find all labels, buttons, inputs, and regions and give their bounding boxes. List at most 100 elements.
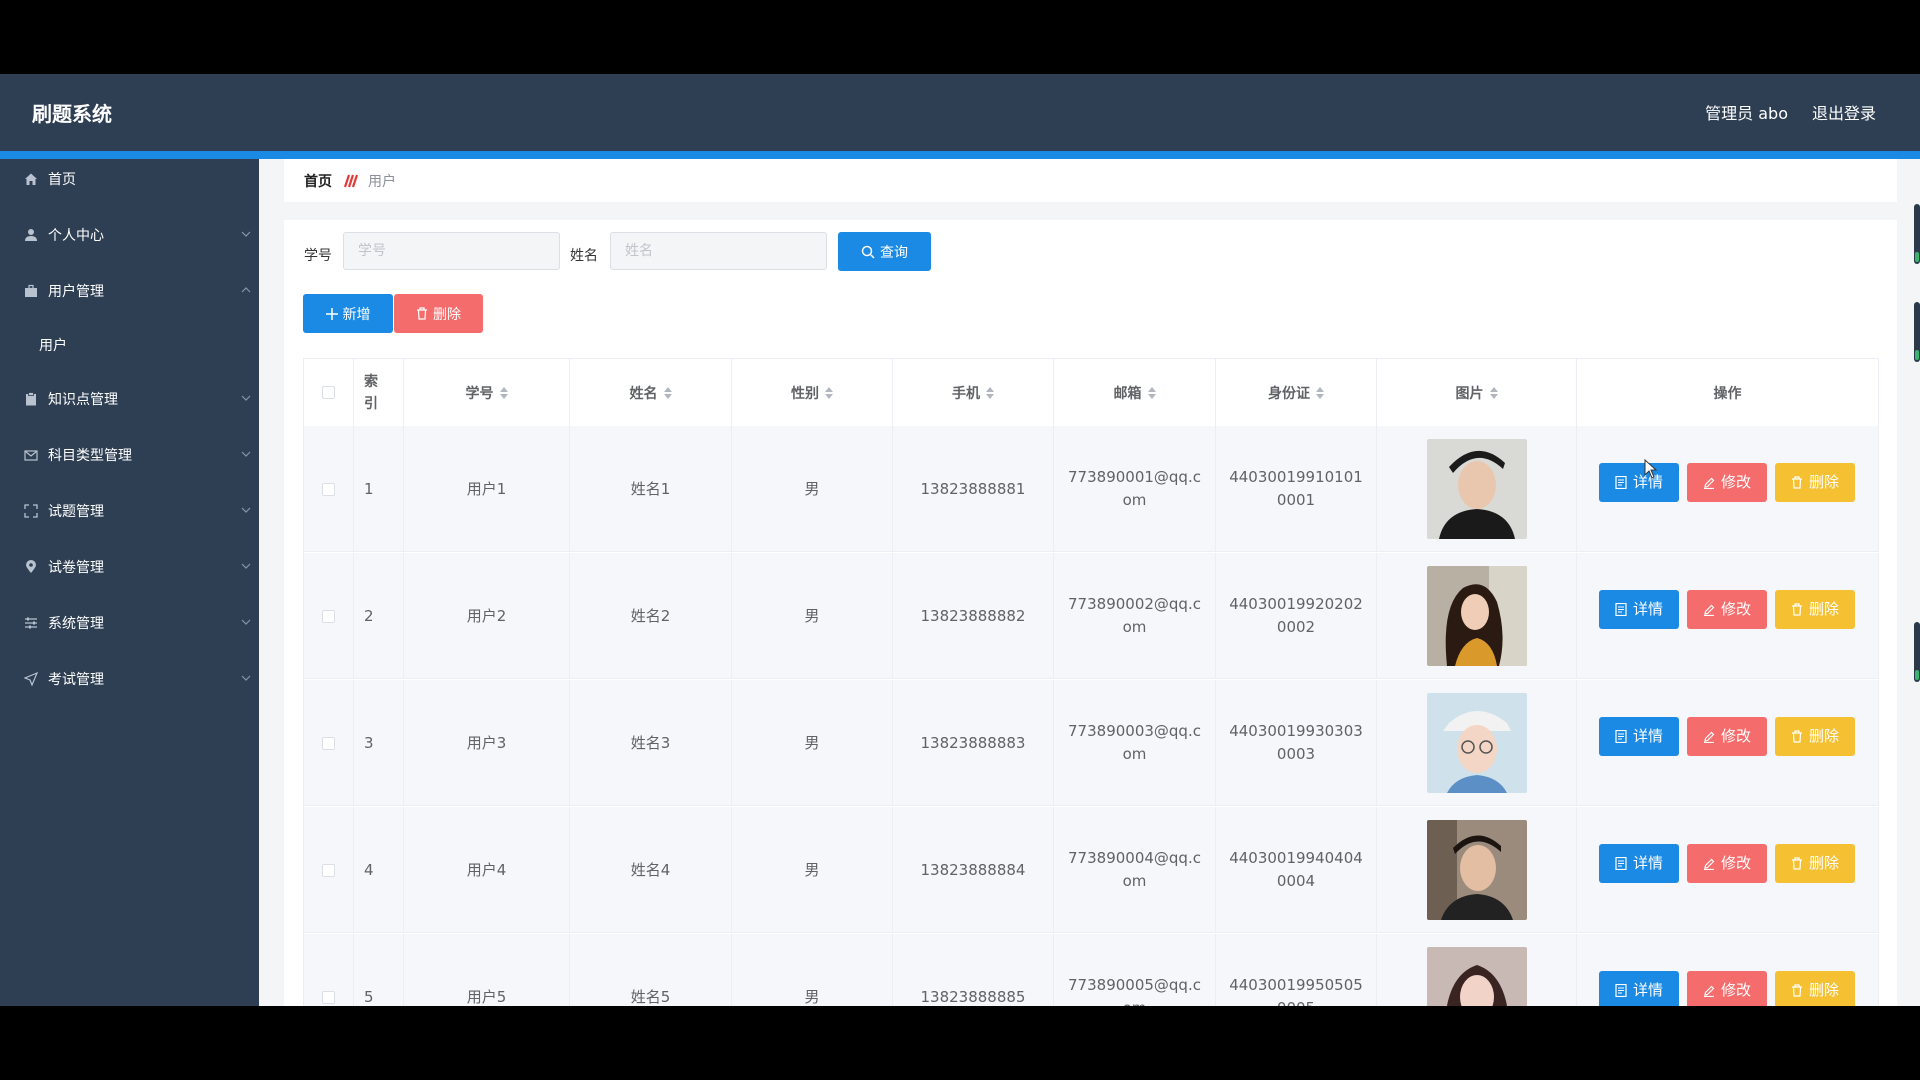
delete-button[interactable]: 删除 [1775, 590, 1855, 629]
table-row: 1 用户1 姓名1 男 13823888881 773890001@qq.com… [304, 426, 1879, 552]
chevron-down-icon [239, 447, 253, 461]
cell-id-card: 440300199404040004 [1229, 849, 1363, 890]
row-checkbox[interactable] [322, 736, 335, 750]
delete-button[interactable]: 删除 [1775, 971, 1855, 1006]
logout-link[interactable]: 退出登录 [1812, 100, 1876, 124]
sidebar-item-label: 试卷管理 [48, 560, 104, 576]
user-photo[interactable] [1426, 820, 1527, 920]
pencil-icon [1703, 985, 1715, 997]
table-header: 索引 学号 姓名 性别 手机 邮箱 身份证 图片 操作 [304, 359, 1879, 427]
sort-icon[interactable] [1147, 386, 1156, 399]
breadcrumb-current: 用户 [368, 173, 396, 190]
plus-icon [325, 307, 338, 320]
document-icon [1615, 984, 1627, 997]
header-select-all [304, 359, 354, 426]
detail-button[interactable]: 详情 [1599, 717, 1679, 756]
sidebar-item-questions[interactable]: 试题管理 [0, 491, 259, 531]
cell-email: 773890001@qq.com [1068, 468, 1201, 509]
select-all-checkbox[interactable] [322, 386, 335, 399]
sidebar-item-papers[interactable]: 试卷管理 [0, 547, 259, 587]
edit-button[interactable]: 修改 [1687, 844, 1767, 883]
cell-phone: 13823888884 [893, 807, 1054, 933]
delete-button[interactable]: 删除 [1775, 717, 1855, 756]
header-photo[interactable]: 图片 [1377, 359, 1577, 426]
cell-student-no: 用户3 [404, 680, 570, 806]
chevron-down-icon [239, 227, 253, 241]
sort-icon[interactable] [499, 386, 508, 399]
sidebar-item-system[interactable]: 系统管理 [0, 603, 259, 643]
row-checkbox[interactable] [322, 863, 335, 877]
sidebar-item-users[interactable]: 用户 [0, 325, 259, 365]
sidebar-item-knowledge[interactable]: 知识点管理 [0, 379, 259, 419]
trash-icon [1791, 603, 1802, 616]
query-button[interactable]: 查询 [838, 232, 931, 271]
sidebar-item-subject-type[interactable]: 科目类型管理 [0, 435, 259, 475]
user-photo[interactable] [1426, 693, 1527, 793]
sidebar-item-label: 首页 [48, 172, 76, 188]
detail-button[interactable]: 详情 [1599, 463, 1679, 502]
user-photo[interactable] [1426, 566, 1527, 666]
cell-index: 2 [354, 553, 404, 679]
sort-icon[interactable] [1489, 386, 1498, 399]
cell-email: 773890003@qq.com [1068, 722, 1201, 763]
user-photo[interactable] [1426, 947, 1527, 1006]
row-checkbox[interactable] [322, 990, 335, 1004]
scroll-handle[interactable] [1914, 204, 1920, 264]
edit-button[interactable]: 修改 [1687, 463, 1767, 502]
sort-icon[interactable] [986, 386, 994, 399]
header-email[interactable]: 邮箱 [1054, 359, 1216, 426]
delete-button[interactable]: 删除 [1775, 463, 1855, 502]
sidebar-item-home[interactable]: 首页 [0, 159, 259, 199]
cell-phone: 13823888881 [893, 426, 1054, 552]
sliders-icon [24, 616, 38, 630]
header-phone[interactable]: 手机 [893, 359, 1054, 426]
top-header: 刷题系统 管理员 abo 退出登录 [0, 74, 1920, 151]
chevron-down-icon [239, 615, 253, 629]
breadcrumb-home[interactable]: 首页 [304, 171, 332, 191]
sort-icon[interactable] [825, 386, 833, 399]
edit-button[interactable]: 修改 [1687, 717, 1767, 756]
admin-label: 管理员 abo [1705, 104, 1788, 123]
cell-gender: 男 [732, 680, 893, 806]
users-table: 索引 学号 姓名 性别 手机 邮箱 身份证 图片 操作 1 用户1 姓名1 男 … [303, 358, 1879, 1006]
header-name[interactable]: 姓名 [570, 359, 732, 426]
cell-gender: 男 [732, 934, 893, 1006]
sidebar-item-label: 个人中心 [48, 228, 104, 244]
detail-button[interactable]: 详情 [1599, 971, 1679, 1006]
sort-icon[interactable] [1316, 386, 1324, 399]
delete-button[interactable]: 删除 [1775, 844, 1855, 883]
scroll-handle[interactable] [1914, 302, 1920, 362]
cell-index: 5 [354, 934, 404, 1006]
header-gender[interactable]: 性别 [732, 359, 893, 426]
user-photo[interactable] [1426, 439, 1527, 539]
send-icon [24, 672, 38, 686]
sidebar-item-user-management[interactable]: 用户管理 [0, 271, 259, 311]
chevron-down-icon [239, 559, 253, 573]
student-no-input[interactable] [343, 232, 560, 270]
header-student-no[interactable]: 学号 [404, 359, 570, 426]
sort-icon[interactable] [663, 386, 672, 399]
sidebar-item-profile[interactable]: 个人中心 [0, 215, 259, 255]
cell-student-no: 用户4 [404, 807, 570, 933]
row-checkbox[interactable] [322, 482, 335, 496]
cell-student-no: 用户2 [404, 553, 570, 679]
row-checkbox[interactable] [322, 609, 335, 623]
header-id-card[interactable]: 身份证 [1216, 359, 1377, 426]
sidebar-item-label: 用户 [39, 338, 67, 354]
batch-delete-button[interactable]: 删除 [394, 294, 483, 333]
envelope-icon [24, 448, 38, 462]
edit-button[interactable]: 修改 [1687, 590, 1767, 629]
briefcase-icon [24, 284, 38, 298]
add-button[interactable]: 新增 [303, 294, 393, 333]
edit-button[interactable]: 修改 [1687, 971, 1767, 1006]
name-input[interactable] [610, 232, 827, 270]
detail-button[interactable]: 详情 [1599, 590, 1679, 629]
cell-phone: 13823888882 [893, 553, 1054, 679]
sidebar-item-label: 试题管理 [48, 504, 104, 520]
cell-index: 3 [354, 680, 404, 806]
cell-gender: 男 [732, 426, 893, 552]
scroll-handle[interactable] [1914, 622, 1920, 682]
sidebar-item-exams[interactable]: 考试管理 [0, 659, 259, 699]
detail-button[interactable]: 详情 [1599, 844, 1679, 883]
cell-email: 773890005@qq.com [1068, 976, 1201, 1006]
